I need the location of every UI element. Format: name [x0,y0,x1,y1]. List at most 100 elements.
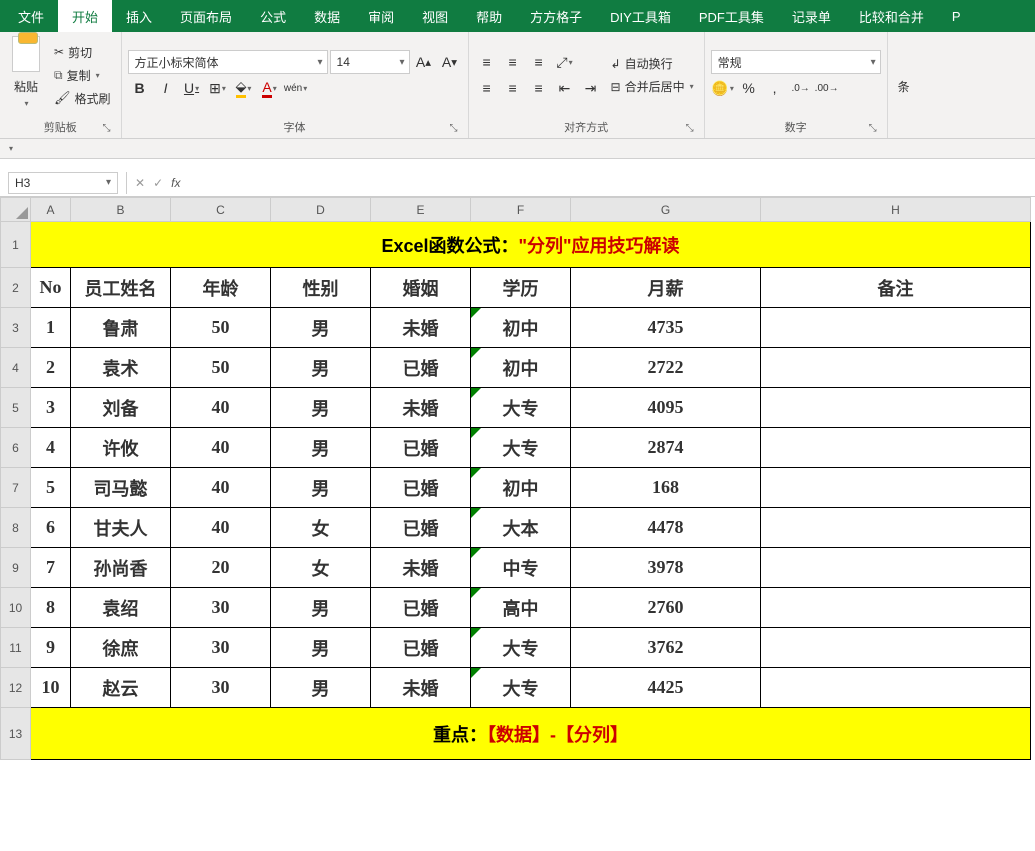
column-header[interactable]: F [471,198,571,222]
data-cell[interactable]: 未婚 [371,308,471,348]
decrease-font-icon[interactable]: A▾ [438,50,462,74]
data-cell[interactable] [761,668,1031,708]
data-cell[interactable]: 高中 [471,588,571,628]
data-cell[interactable] [761,628,1031,668]
dialog-launcher-icon[interactable]: ⤡ [684,123,696,135]
data-cell[interactable]: 男 [271,348,371,388]
table-header-cell[interactable]: 员工姓名 [71,268,171,308]
data-cell[interactable]: 赵云 [71,668,171,708]
data-cell[interactable] [761,308,1031,348]
cond-format-button[interactable]: 条 [894,76,914,97]
data-cell[interactable]: 40 [171,508,271,548]
data-cell[interactable]: 1 [31,308,71,348]
column-header[interactable]: B [71,198,171,222]
row-header[interactable]: 8 [1,508,31,548]
border-button[interactable]: ⊞▾ [206,76,230,100]
fx-icon[interactable]: fx [171,176,180,190]
formula-input[interactable] [188,172,1035,194]
data-cell[interactable]: 男 [271,468,371,508]
data-cell[interactable]: 3978 [571,548,761,588]
row-header[interactable]: 11 [1,628,31,668]
data-cell[interactable]: 大本 [471,508,571,548]
qat-dropdown-icon[interactable]: ▾ [9,144,13,153]
align-center-icon[interactable]: ≡ [501,76,525,100]
row-header[interactable]: 5 [1,388,31,428]
table-header-cell[interactable]: 婚姻 [371,268,471,308]
row-header[interactable]: 3 [1,308,31,348]
row-header[interactable]: 4 [1,348,31,388]
data-cell[interactable]: 4425 [571,668,761,708]
data-cell[interactable]: 大专 [471,628,571,668]
row-header[interactable]: 9 [1,548,31,588]
data-cell[interactable]: 鲁肃 [71,308,171,348]
data-cell[interactable]: 男 [271,588,371,628]
data-cell[interactable] [761,588,1031,628]
paste-button[interactable]: 粘贴▾ [6,34,46,116]
data-cell[interactable]: 4735 [571,308,761,348]
row-header[interactable]: 12 [1,668,31,708]
data-cell[interactable]: 3 [31,388,71,428]
row-header[interactable]: 6 [1,428,31,468]
data-cell[interactable] [761,508,1031,548]
data-cell[interactable]: 袁术 [71,348,171,388]
data-cell[interactable]: 2 [31,348,71,388]
data-cell[interactable]: 未婚 [371,548,471,588]
data-cell[interactable]: 未婚 [371,668,471,708]
underline-button[interactable]: U▾ [180,76,204,100]
data-cell[interactable]: 男 [271,668,371,708]
tab-记录单[interactable]: 记录单 [778,0,845,32]
row-header[interactable]: 13 [1,708,31,760]
data-cell[interactable]: 已婚 [371,468,471,508]
data-cell[interactable]: 8 [31,588,71,628]
increase-decimal-icon[interactable]: .0→ [789,76,813,100]
data-cell[interactable]: 已婚 [371,508,471,548]
tab-开始[interactable]: 开始 [58,0,112,32]
italic-button[interactable]: I [154,76,178,100]
format-painter-button[interactable]: 格式刷 [50,88,115,109]
title-cell[interactable]: Excel函数公式："分列"应用技巧解读 [31,222,1031,268]
tab-DIY工具箱[interactable]: DIY工具箱 [596,0,685,32]
data-cell[interactable]: 大专 [471,388,571,428]
currency-icon[interactable]: 🪙▾ [711,76,735,100]
decrease-decimal-icon[interactable]: .00→ [815,76,839,100]
data-cell[interactable]: 3762 [571,628,761,668]
data-cell[interactable]: 4095 [571,388,761,428]
data-cell[interactable]: 袁绍 [71,588,171,628]
data-cell[interactable]: 男 [271,428,371,468]
data-cell[interactable]: 男 [271,308,371,348]
data-cell[interactable]: 徐庶 [71,628,171,668]
data-cell[interactable]: 已婚 [371,628,471,668]
data-cell[interactable]: 30 [171,628,271,668]
number-format-select[interactable]: 常规 [711,50,881,74]
data-cell[interactable]: 已婚 [371,348,471,388]
data-cell[interactable]: 2722 [571,348,761,388]
data-cell[interactable]: 30 [171,588,271,628]
dialog-launcher-icon[interactable]: ⤡ [867,123,879,135]
orientation-icon[interactable]: ⤢▾ [553,50,577,74]
data-cell[interactable]: 9 [31,628,71,668]
data-cell[interactable]: 40 [171,428,271,468]
data-cell[interactable]: 初中 [471,348,571,388]
align-top-icon[interactable]: ≡ [475,50,499,74]
column-header[interactable]: G [571,198,761,222]
table-header-cell[interactable]: 备注 [761,268,1031,308]
table-header-cell[interactable]: 月薪 [571,268,761,308]
data-cell[interactable]: 甘夫人 [71,508,171,548]
data-cell[interactable]: 10 [31,668,71,708]
font-color-button[interactable]: A▾ [258,76,282,100]
data-cell[interactable]: 女 [271,508,371,548]
data-cell[interactable] [761,548,1031,588]
data-cell[interactable]: 已婚 [371,428,471,468]
fill-color-button[interactable]: ⬙▾ [232,76,256,100]
indent-increase-icon[interactable]: ⇥ [579,76,603,100]
data-cell[interactable]: 男 [271,388,371,428]
column-header[interactable]: D [271,198,371,222]
row-header[interactable]: 1 [1,222,31,268]
tab-插入[interactable]: 插入 [112,0,166,32]
align-middle-icon[interactable]: ≡ [501,50,525,74]
tab-P[interactable]: P [938,0,975,32]
tab-帮助[interactable]: 帮助 [462,0,516,32]
data-cell[interactable]: 中专 [471,548,571,588]
merge-center-button[interactable]: ⊟合并后居中▾ [607,76,698,97]
row-header[interactable]: 7 [1,468,31,508]
